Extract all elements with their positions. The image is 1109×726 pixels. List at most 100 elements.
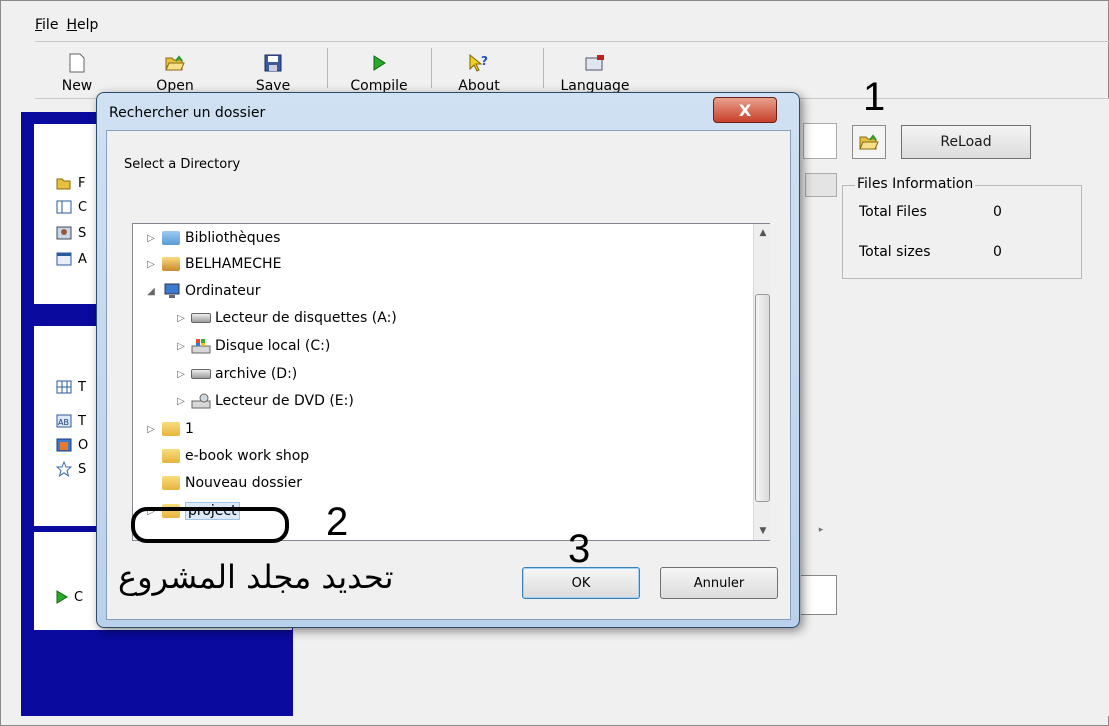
- folder-open-icon: [56, 178, 71, 190]
- expand-arrow-icon[interactable]: ▷: [175, 341, 187, 352]
- reload-button[interactable]: ReLoad: [901, 125, 1031, 159]
- windows-drive-icon: [191, 338, 211, 354]
- tree-item-label: Lecteur de disquettes (A:): [215, 310, 397, 326]
- compile-button[interactable]: Compile: [343, 48, 415, 94]
- expand-arrow-icon[interactable]: ▷: [145, 424, 157, 435]
- sidebar-item-label: C: [78, 199, 88, 215]
- save-button[interactable]: Save: [237, 48, 309, 94]
- tree-item-folder[interactable]: ▷ 1: [145, 417, 194, 441]
- play-icon: [56, 590, 68, 604]
- tree-item-folder[interactable]: Nouveau dossier: [145, 471, 302, 495]
- total-files-value: 0: [993, 204, 1002, 220]
- svg-text:?: ?: [481, 54, 488, 68]
- total-sizes-label: Total sizes: [859, 244, 931, 260]
- folder-open-icon: [859, 134, 879, 150]
- sidebar-item-label: T: [78, 413, 86, 429]
- close-button[interactable]: X: [713, 97, 777, 123]
- close-icon: X: [738, 100, 752, 120]
- dialog-body: Select a Directory ▷ Bibliothèques ▷ BEL…: [106, 130, 791, 620]
- toolbar-separator: [431, 48, 432, 88]
- portrait-icon: [56, 226, 72, 240]
- user-folder-icon: [161, 256, 181, 272]
- step-1-annotation: 1: [863, 75, 886, 119]
- hard-drive-icon: [191, 366, 211, 382]
- scroll-thumb[interactable]: [755, 294, 770, 502]
- scroll-down-icon[interactable]: ▼: [754, 522, 772, 540]
- grid-icon: [56, 380, 72, 394]
- expand-arrow-icon[interactable]: ▷: [175, 396, 187, 407]
- tree-item-drive[interactable]: ▷ Disque local (C:): [175, 334, 330, 358]
- about-button[interactable]: ? About: [443, 48, 515, 94]
- output-box[interactable]: [801, 575, 837, 615]
- menu-bar: File Help: [35, 17, 98, 39]
- tree-item-user[interactable]: ▷ BELHAMECHE: [145, 252, 281, 276]
- tree-item-label: BELHAMECHE: [185, 256, 282, 272]
- folder-icon: [161, 448, 181, 464]
- tree-item-label: archive (D:): [215, 366, 298, 382]
- tree-item-drive[interactable]: ▷ archive (D:): [175, 362, 297, 386]
- help-pointer-icon: ?: [469, 53, 488, 72]
- path-input[interactable]: [803, 123, 837, 159]
- browse-folder-dialog: Rechercher un dossier X Select a Directo…: [96, 92, 800, 628]
- files-information-legend: Files Information: [855, 176, 976, 192]
- language-icon: [585, 55, 604, 71]
- folder-icon: [161, 475, 181, 491]
- scroll-right-icon[interactable]: ▸: [806, 525, 836, 545]
- open-button[interactable]: Open: [139, 48, 211, 94]
- sidebar-item-label: T: [78, 379, 86, 395]
- step-3-annotation: 3: [568, 527, 591, 571]
- new-button[interactable]: New: [41, 48, 113, 94]
- tree-item-computer[interactable]: ◢ Ordinateur: [145, 279, 261, 303]
- toolbar: New Open Save Compile ? About Language: [35, 41, 1109, 99]
- tree-item-label: e-book work shop: [185, 448, 310, 464]
- tree-item-label: Nouveau dossier: [185, 475, 303, 491]
- expand-arrow-icon[interactable]: ▷: [175, 313, 187, 324]
- form-icon: [56, 252, 72, 266]
- highlight-ellipse: [131, 507, 289, 543]
- folder-tree[interactable]: ▷ Bibliothèques ▷ BELHAMECHE ◢ Ordinateu…: [132, 223, 771, 541]
- total-files-label: Total Files: [859, 204, 927, 220]
- files-information-group: Files Information Total Files 0 Total si…: [842, 176, 1082, 279]
- menu-file[interactable]: File: [35, 17, 58, 39]
- sidebar-item-label: C: [74, 589, 84, 605]
- libraries-icon: [161, 230, 181, 246]
- tree-item-drive[interactable]: ▷ Lecteur de DVD (E:): [175, 389, 354, 413]
- svg-text:AB: AB: [58, 418, 69, 427]
- cancel-button[interactable]: Annuler: [660, 567, 778, 599]
- browse-button[interactable]: [852, 125, 886, 159]
- floppy-disk-icon: [264, 54, 282, 72]
- toolbar-separator: [543, 48, 544, 88]
- dvd-drive-icon: [191, 393, 211, 409]
- sidebar-item-label: S: [78, 225, 87, 241]
- folder-icon: [161, 421, 181, 437]
- tree-item-libraries[interactable]: ▷ Bibliothèques: [145, 226, 280, 250]
- tree-item-label: Disque local (C:): [215, 338, 331, 354]
- scroll-up-icon[interactable]: ▲: [754, 224, 772, 242]
- tree-item-drive[interactable]: ▷ Lecteur de disquettes (A:): [175, 306, 397, 330]
- select-directory-label: Select a Directory: [124, 157, 241, 172]
- textbox-icon: AB: [56, 414, 72, 428]
- sidebar-item-label: S: [78, 461, 87, 477]
- tree-item-label: Lecteur de DVD (E:): [215, 393, 354, 409]
- total-sizes-value: 0: [993, 244, 1002, 260]
- vertical-scrollbar[interactable]: ▲ ▼: [753, 224, 771, 540]
- tree-item-folder[interactable]: e-book work shop: [145, 444, 309, 468]
- tree-item-label: 1: [185, 421, 194, 437]
- toolbar-separator: [327, 48, 328, 88]
- collapse-arrow-icon[interactable]: ◢: [145, 286, 157, 297]
- dialog-title: Rechercher un dossier: [109, 105, 266, 121]
- sidebar-item-label: O: [78, 437, 89, 453]
- caption-annotation: تحديد مجلد المشروع: [118, 558, 394, 596]
- expand-arrow-icon[interactable]: ▷: [145, 259, 157, 270]
- menu-help[interactable]: Help: [66, 17, 98, 39]
- sidebar-item-label: A: [78, 251, 87, 267]
- tree-item-label: Ordinateur: [185, 283, 261, 299]
- file-list-header: [805, 173, 837, 197]
- image-icon: [56, 438, 72, 452]
- expand-arrow-icon[interactable]: ▷: [175, 369, 187, 380]
- new-file-icon: [69, 53, 85, 73]
- expand-arrow-icon[interactable]: ▷: [145, 233, 157, 244]
- floppy-drive-icon: [191, 310, 211, 326]
- sidebar-item-label: F: [78, 175, 86, 191]
- language-button[interactable]: Language: [547, 48, 643, 94]
